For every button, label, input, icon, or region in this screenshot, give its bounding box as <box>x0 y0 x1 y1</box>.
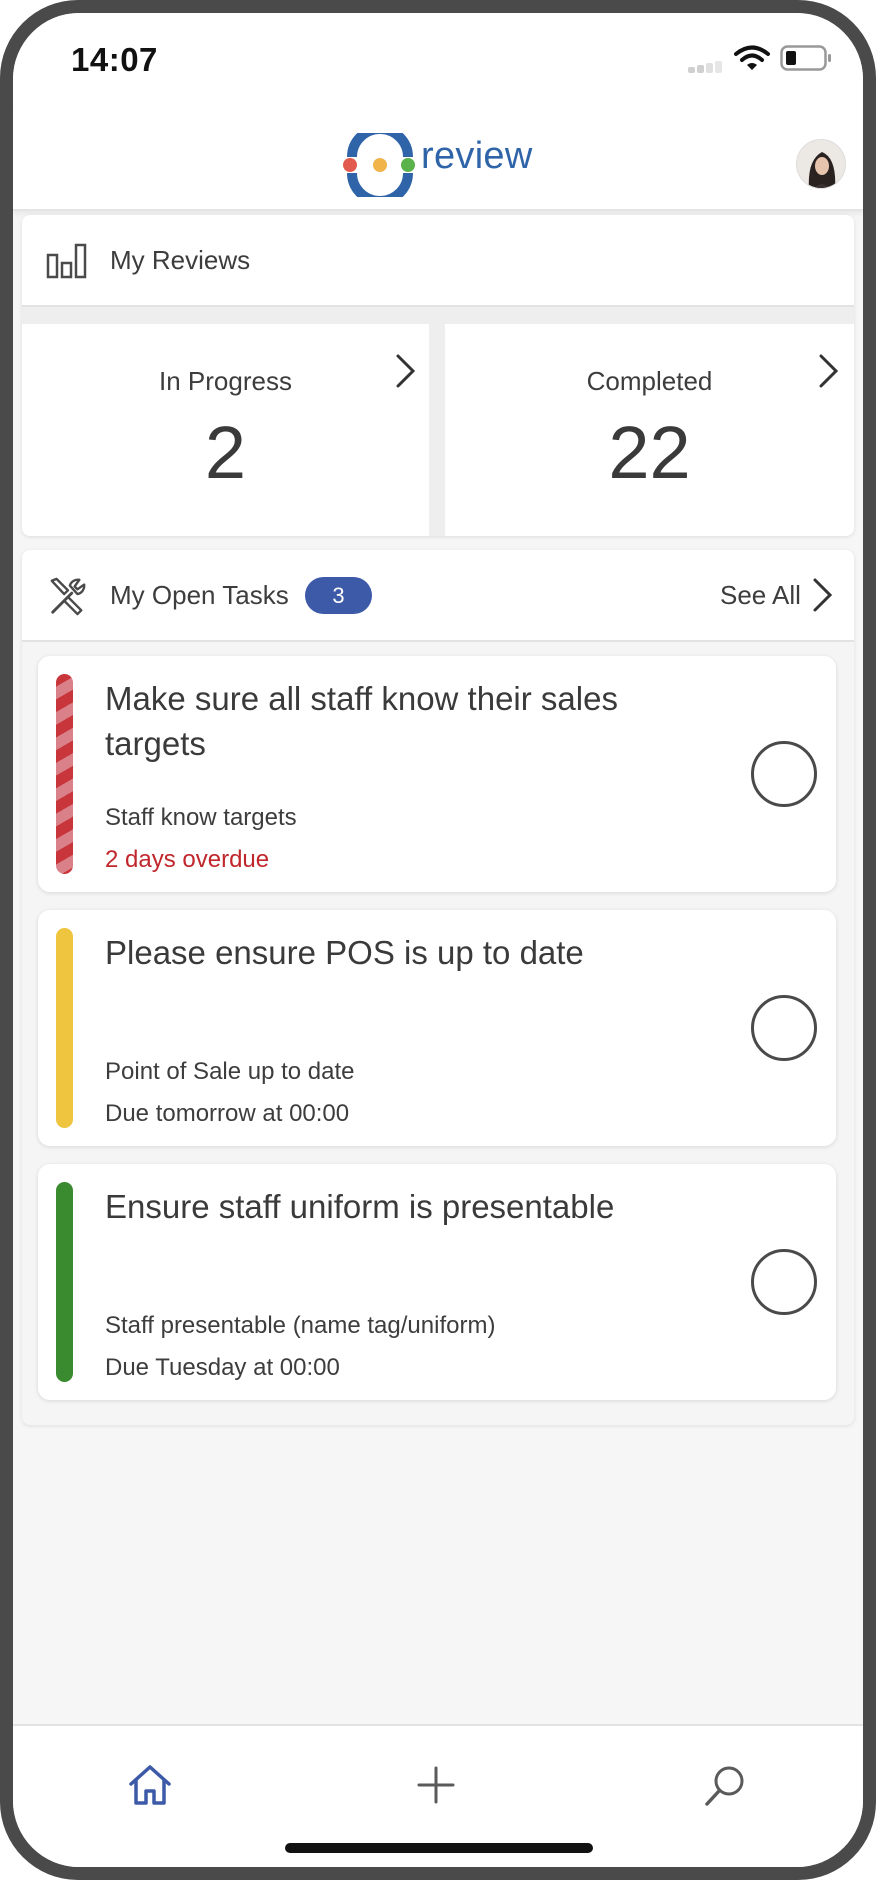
plus-icon <box>417 1766 455 1804</box>
screen: 14:07 review My Reviews In Progress 2 Co… <box>13 13 863 1867</box>
task-card[interactable]: Please ensure POS is up to date Point of… <box>38 910 836 1146</box>
app-header: review <box>13 105 863 211</box>
task-count-badge: 3 <box>305 577 372 614</box>
chevron-right-icon <box>819 354 839 388</box>
overdue-status-stripe <box>56 674 73 874</box>
phone-frame: 14:07 review My Reviews In Progress 2 Co… <box>0 0 876 1880</box>
cellular-signal-icon <box>688 61 724 73</box>
user-avatar[interactable] <box>796 139 846 189</box>
see-all-link[interactable]: See All <box>720 580 801 611</box>
my-open-tasks-card: My Open Tasks 3 See All Make sure all st… <box>22 550 854 1425</box>
my-open-tasks-title: My Open Tasks <box>110 580 289 610</box>
my-reviews-header: My Reviews <box>22 215 854 307</box>
task-due: Due Tuesday at 00:00 <box>105 1354 340 1381</box>
stat-value: 2 <box>204 411 247 494</box>
my-reviews-card: My Reviews In Progress 2 Completed 22 <box>22 215 854 536</box>
stat-value: 22 <box>608 411 691 494</box>
chevron-right-icon <box>396 354 416 388</box>
task-subtitle: Point of Sale up to date <box>105 1058 355 1085</box>
task-subtitle: Staff presentable (name tag/uniform) <box>105 1312 496 1339</box>
status-time: 14:07 <box>71 41 158 78</box>
home-icon <box>129 1765 171 1805</box>
task-complete-checkbox[interactable] <box>751 741 817 807</box>
nav-search-button[interactable] <box>681 1746 771 1826</box>
stat-label: In Progress <box>159 366 292 396</box>
task-complete-checkbox[interactable] <box>751 1249 817 1315</box>
status-bar: 14:07 <box>13 13 863 105</box>
wifi-icon <box>734 45 770 70</box>
battery-icon <box>780 45 831 71</box>
my-reviews-title: My Reviews <box>110 245 251 275</box>
home-indicator[interactable] <box>285 1843 593 1853</box>
nav-home-button[interactable] <box>105 1746 195 1826</box>
task-title: Make sure all staff know their sales tar… <box>105 680 618 762</box>
search-icon <box>705 1766 744 1806</box>
bar-chart-icon <box>46 243 87 279</box>
task-complete-checkbox[interactable] <box>751 995 817 1061</box>
task-card[interactable]: Ensure staff uniform is presentable Staf… <box>38 1164 836 1400</box>
due-soon-status-stripe <box>56 928 73 1128</box>
chevron-right-icon[interactable] <box>812 577 834 613</box>
my-open-tasks-header: My Open Tasks 3 See All <box>22 550 854 642</box>
tools-icon <box>50 577 86 616</box>
task-due: Due tomorrow at 00:00 <box>105 1100 350 1127</box>
in-progress-tile[interactable]: In Progress 2 <box>22 324 429 536</box>
stat-label: Completed <box>586 366 713 396</box>
task-title: Ensure staff uniform is presentable <box>105 1188 615 1225</box>
on-track-status-stripe <box>56 1182 73 1382</box>
nav-add-button[interactable] <box>393 1746 483 1826</box>
review-logo-icon <box>343 133 415 197</box>
brand-name: review <box>421 135 533 177</box>
task-subtitle: Staff know targets <box>105 804 297 831</box>
completed-tile[interactable]: Completed 22 <box>445 324 854 536</box>
task-card[interactable]: Make sure all staff know their sales tar… <box>38 656 836 892</box>
task-due: 2 days overdue <box>105 846 270 873</box>
task-title: Please ensure POS is up to date <box>105 934 584 971</box>
